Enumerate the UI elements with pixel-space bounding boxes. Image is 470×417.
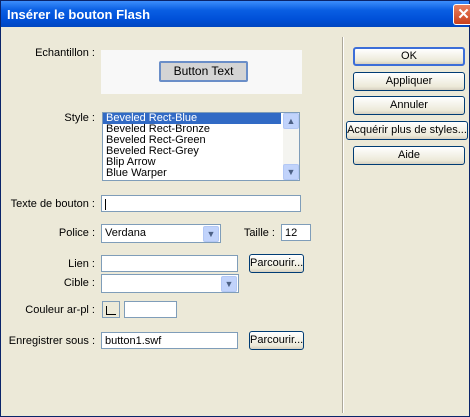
get-more-styles-button[interactable]: Acquérir plus de styles... bbox=[346, 121, 468, 140]
style-scrollbar[interactable]: ▲ ▼ bbox=[283, 113, 299, 180]
size-label: Taille : bbox=[243, 227, 275, 239]
apply-button[interactable]: Appliquer bbox=[353, 72, 465, 91]
font-select[interactable]: Verdana ▼ bbox=[101, 224, 221, 243]
style-item[interactable]: Blue Warper bbox=[103, 168, 281, 179]
size-value: 12 bbox=[285, 227, 298, 239]
target-label: Cible : bbox=[63, 277, 95, 289]
save-as-input[interactable]: button1.swf bbox=[101, 332, 238, 349]
separator bbox=[342, 37, 344, 413]
ok-button[interactable]: OK bbox=[353, 47, 465, 66]
sample-button-preview: Button Text bbox=[159, 61, 248, 82]
size-input[interactable]: 12 bbox=[281, 224, 311, 241]
browse-save-button[interactable]: Parcourir... bbox=[249, 331, 304, 350]
color-swatch-icon bbox=[106, 306, 116, 315]
link-label: Lien : bbox=[68, 258, 95, 270]
browse-link-button[interactable]: Parcourir... bbox=[249, 254, 304, 273]
style-label: Style : bbox=[64, 112, 95, 124]
save-as-value: button1.swf bbox=[105, 335, 162, 347]
chevron-down-icon[interactable]: ▼ bbox=[203, 226, 219, 242]
close-icon: ✕ bbox=[457, 6, 470, 23]
sample-label: Echantillon : bbox=[35, 47, 95, 59]
insert-flash-button-dialog: Insérer le bouton Flash ✕ Echantillon : … bbox=[0, 0, 470, 417]
link-input[interactable] bbox=[101, 255, 238, 272]
button-text-input[interactable] bbox=[101, 195, 301, 212]
window-title: Insérer le bouton Flash bbox=[7, 7, 151, 22]
cancel-button[interactable]: Annuler bbox=[353, 96, 465, 115]
style-listbox[interactable]: Beveled Rect-Blue Beveled Rect-Bronze Be… bbox=[102, 112, 300, 181]
title-bar: Insérer le bouton Flash ✕ bbox=[1, 1, 470, 27]
font-label: Police : bbox=[58, 227, 95, 239]
color-picker-button[interactable] bbox=[102, 301, 120, 318]
font-value: Verdana bbox=[105, 227, 146, 239]
text-caret bbox=[105, 198, 106, 210]
target-select[interactable]: ▼ bbox=[101, 274, 239, 293]
scroll-down-icon[interactable]: ▼ bbox=[283, 164, 299, 180]
close-button[interactable]: ✕ bbox=[453, 4, 470, 25]
bgcolor-label: Couleur ar-pl : bbox=[25, 304, 95, 316]
bgcolor-input[interactable] bbox=[124, 301, 177, 318]
scroll-up-icon[interactable]: ▲ bbox=[283, 113, 299, 129]
chevron-down-icon[interactable]: ▼ bbox=[221, 276, 237, 292]
button-text-label: Texte de bouton : bbox=[10, 198, 95, 210]
help-button[interactable]: Aide bbox=[353, 146, 465, 165]
save-as-label: Enregistrer sous : bbox=[8, 335, 95, 347]
